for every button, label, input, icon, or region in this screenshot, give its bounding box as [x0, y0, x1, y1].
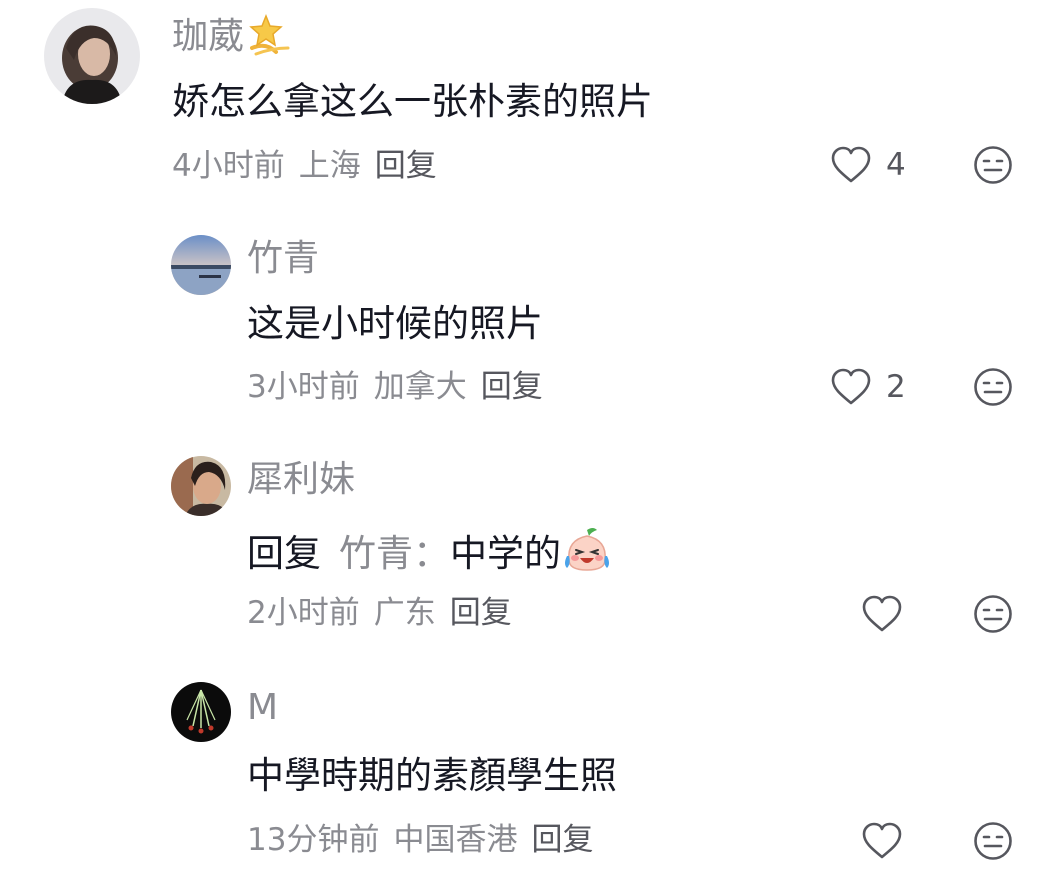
dislike-button[interactable]: [973, 145, 1013, 185]
dislike-button[interactable]: [973, 821, 1013, 861]
like-button[interactable]: 4: [830, 143, 906, 187]
heart-outline-icon: [830, 368, 872, 406]
reply-button[interactable]: 回复: [531, 822, 593, 858]
reply-prefix: 回复: [247, 532, 321, 575]
username[interactable]: 犀利妹: [247, 458, 355, 502]
comment-meta: 3小时前 加拿大 回复: [247, 367, 557, 407]
username[interactable]: 珈葳: [172, 12, 294, 67]
like-button[interactable]: 2: [830, 365, 906, 409]
comment-time: 13分钟前: [247, 822, 380, 858]
dislike-button[interactable]: [973, 594, 1013, 634]
comment-location: 上海: [298, 148, 361, 184]
avatar[interactable]: [171, 456, 231, 516]
comment-meta: 13分钟前 中国香港 回复: [247, 820, 607, 860]
heart-outline-icon: [861, 822, 903, 860]
neutral-face-icon: [973, 367, 1013, 407]
heart-outline-icon: [830, 146, 872, 184]
username[interactable]: M: [247, 686, 278, 730]
like-count: 2: [886, 369, 906, 405]
comment-text: 回复 竹青：中学的: [247, 526, 611, 586]
comment-text: 这是小时候的照片: [247, 302, 543, 345]
like-button[interactable]: [861, 592, 903, 636]
avatar[interactable]: [171, 682, 231, 742]
reply-button[interactable]: 回复: [450, 595, 512, 631]
comment-text-content: 中学的: [450, 532, 561, 575]
crying-laughing-peach-icon: [563, 526, 611, 586]
reply-item: 竹青 这是小时候的照片 3小时前 加拿大 回复 2: [0, 220, 1059, 420]
like-button[interactable]: [861, 819, 903, 863]
comment-location: 加拿大: [373, 369, 467, 405]
reply-item: 犀利妹 回复 竹青：中学的 2小时前 广东 回复: [0, 440, 1059, 650]
heart-outline-icon: [861, 595, 903, 633]
dislike-button[interactable]: [973, 367, 1013, 407]
comment-meta: 4小时前 上海 回复: [172, 146, 451, 186]
comment-time: 3小时前: [247, 369, 360, 405]
comment-time: 2小时前: [247, 595, 360, 631]
neutral-face-icon: [973, 145, 1013, 185]
dizzy-star-icon: [246, 12, 294, 67]
comment-location: 中国香港: [393, 822, 518, 858]
reply-button[interactable]: 回复: [481, 369, 543, 405]
avatar[interactable]: [171, 235, 231, 295]
reply-button[interactable]: 回复: [375, 148, 437, 184]
like-count: 4: [886, 147, 906, 183]
neutral-face-icon: [973, 821, 1013, 861]
neutral-face-icon: [973, 594, 1013, 634]
avatar[interactable]: [44, 8, 140, 104]
comment-time: 4小时前: [172, 148, 285, 184]
comment-text: 中學時期的素顏學生照: [247, 754, 617, 797]
username[interactable]: 竹青: [247, 237, 319, 281]
reply-target-username[interactable]: 竹青：: [339, 532, 450, 575]
comment-text: 娇怎么拿这么一张朴素的照片: [172, 80, 653, 123]
comment-item: 珈葳 娇怎么拿这么一张朴素的照片 4小时前 上海 回复 4: [0, 0, 1059, 200]
comment-meta: 2小时前 广东 回复: [247, 593, 526, 633]
reply-item: M 中學時期的素顏學生照 13分钟前 中国香港 回复: [0, 666, 1059, 882]
comment-location: 广东: [373, 595, 436, 631]
